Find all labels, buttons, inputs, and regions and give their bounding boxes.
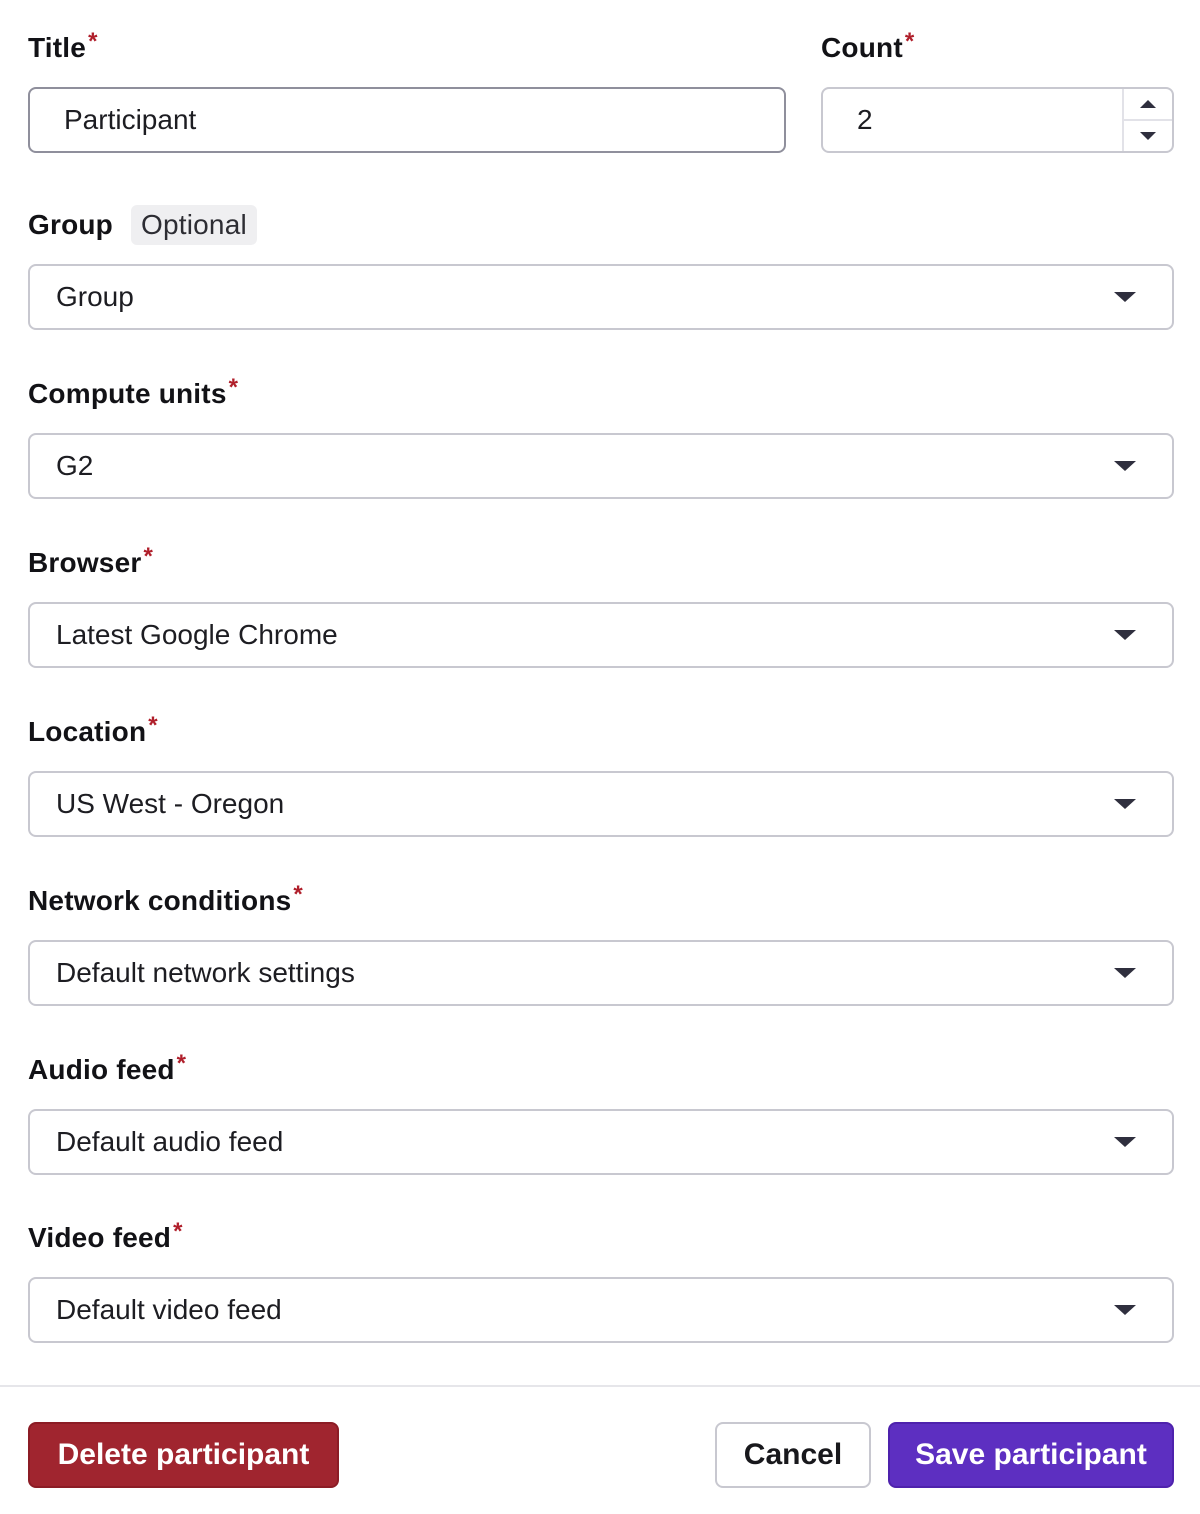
save-participant-button[interactable]: Save participant xyxy=(888,1422,1174,1488)
required-asterisk: * xyxy=(904,28,915,55)
video-feed-select-value: Default video feed xyxy=(56,1294,282,1325)
count-label-text: Count xyxy=(821,32,903,63)
footer-divider xyxy=(0,1385,1200,1387)
required-asterisk: * xyxy=(176,1050,187,1077)
dropdown-caret-icon xyxy=(1114,1305,1136,1315)
participant-form: Title * Participant Count * 2 Group Option… xyxy=(0,0,1200,1514)
browser-select-value: Latest Google Chrome xyxy=(56,619,338,650)
cancel-button[interactable]: Cancel xyxy=(715,1422,871,1488)
required-asterisk: * xyxy=(143,543,153,570)
network-conditions-label-text: Network conditions xyxy=(28,885,292,916)
delete-participant-button[interactable]: Delete participant xyxy=(28,1422,339,1488)
audio-feed-label-text: Audio feed xyxy=(28,1054,175,1085)
compute-units-label-text: Compute units xyxy=(28,378,227,409)
location-select-value: US West - Oregon xyxy=(56,788,285,819)
required-asterisk: * xyxy=(148,712,158,739)
video-feed-select[interactable]: Default video feed xyxy=(28,1277,1174,1343)
dropdown-caret-icon xyxy=(1114,968,1136,978)
title-label: Title * xyxy=(28,28,98,68)
group-label: Group Optional xyxy=(28,205,257,245)
browser-label: Browser * xyxy=(28,543,153,583)
required-asterisk: * xyxy=(173,1218,183,1245)
required-asterisk: * xyxy=(88,28,98,55)
group-select-value: Group xyxy=(56,281,134,312)
chevron-up-icon xyxy=(1140,100,1156,108)
audio-feed-label: Audio feed * xyxy=(28,1050,186,1090)
title-input-value: Participant xyxy=(64,104,197,135)
dropdown-caret-icon xyxy=(1114,799,1136,809)
compute-units-select[interactable]: G2 xyxy=(28,433,1174,499)
title-input[interactable]: Participant xyxy=(28,87,786,153)
increment-button[interactable] xyxy=(1124,89,1172,121)
count-input-value: 2 xyxy=(857,104,873,135)
decrement-button[interactable] xyxy=(1124,121,1172,151)
dropdown-caret-icon xyxy=(1114,1137,1136,1147)
count-stepper[interactable]: 2 xyxy=(821,87,1174,153)
dropdown-caret-icon xyxy=(1114,630,1136,640)
network-conditions-label: Network conditions * xyxy=(28,881,303,921)
network-conditions-select-value: Default network settings xyxy=(56,957,355,988)
required-asterisk: * xyxy=(293,881,303,908)
count-label: Count * xyxy=(821,28,914,68)
video-feed-label: Video feed * xyxy=(28,1218,183,1258)
dropdown-caret-icon xyxy=(1114,292,1136,302)
video-feed-label-text: Video feed xyxy=(28,1222,172,1253)
audio-feed-select-value: Default audio feed xyxy=(56,1126,284,1157)
network-conditions-select[interactable]: Default network settings xyxy=(28,940,1174,1006)
location-select[interactable]: US West - Oregon xyxy=(28,771,1174,837)
group-label-text: Group xyxy=(28,209,113,240)
title-label-text: Title xyxy=(28,32,87,63)
dropdown-caret-icon xyxy=(1114,461,1136,471)
compute-units-select-value: G2 xyxy=(56,450,94,481)
stepper-controls xyxy=(1122,89,1172,151)
browser-label-text: Browser xyxy=(28,547,142,578)
compute-units-label: Compute units * xyxy=(28,374,238,414)
location-label-text: Location xyxy=(28,716,147,747)
browser-select[interactable]: Latest Google Chrome xyxy=(28,602,1174,668)
chevron-down-icon xyxy=(1140,132,1156,140)
audio-feed-select[interactable]: Default audio feed xyxy=(28,1109,1174,1175)
group-select[interactable]: Group xyxy=(28,264,1174,330)
required-asterisk: * xyxy=(228,374,239,401)
optional-badge: Optional xyxy=(131,205,257,245)
location-label: Location * xyxy=(28,712,158,752)
